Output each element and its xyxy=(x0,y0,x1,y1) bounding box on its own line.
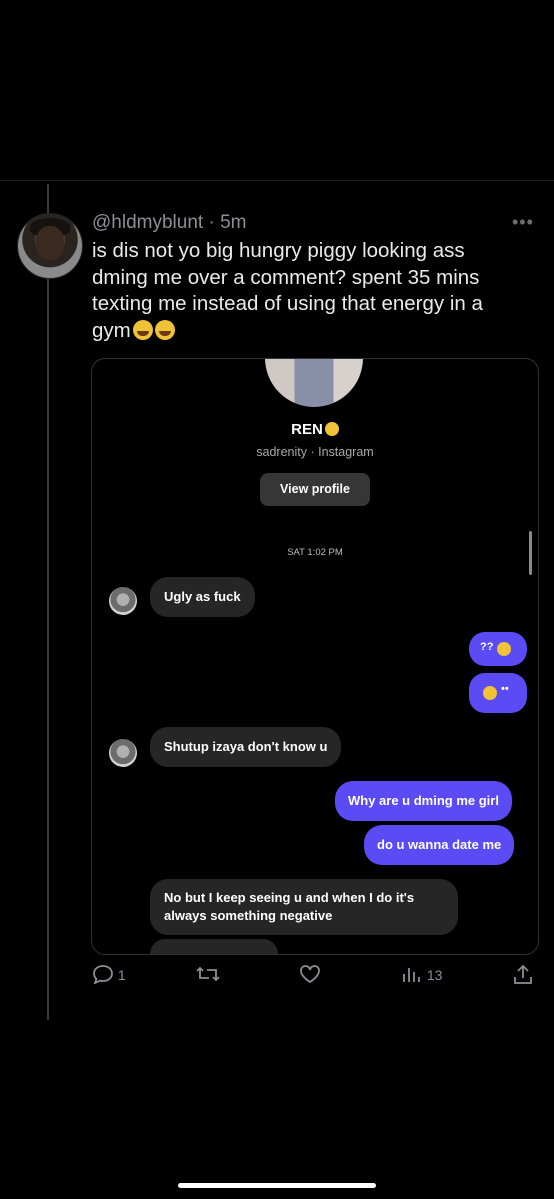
message-bubble-outgoing: ?? xyxy=(469,632,527,666)
message-bubble-incoming: Shutup izaya don't know u xyxy=(150,727,342,767)
message-bubble-outgoing: Why are u dming me girl xyxy=(335,781,512,821)
sender-avatar xyxy=(109,739,137,767)
more-icon[interactable]: ••• xyxy=(512,212,534,233)
message-text: ?? xyxy=(480,641,494,653)
tweet-meta: @hldmyblunt · 5m xyxy=(92,212,246,234)
laughing-emoji-icon xyxy=(154,319,175,340)
like-action[interactable] xyxy=(298,964,322,988)
share-action[interactable] xyxy=(512,964,534,988)
message-bubble-partial xyxy=(150,939,278,954)
chat-timestamp: SAT 1:02 PM xyxy=(287,547,343,558)
reply-action[interactable]: 1 xyxy=(92,964,126,988)
tweet-text: is dis not yo big hungry piggy looking a… xyxy=(92,238,512,344)
profile-photo xyxy=(265,359,363,407)
tweet-time[interactable]: 5m xyxy=(220,212,246,233)
message-bubble-outgoing: •• xyxy=(469,673,527,713)
laughing-emoji-icon xyxy=(132,319,153,340)
message-bubble-outgoing: do u wanna date me xyxy=(364,825,515,865)
dm-profile-name: REN xyxy=(92,421,538,438)
message-bubble-incoming: No but I keep seeing u and when I do it'… xyxy=(150,879,458,935)
emoji-icon xyxy=(497,642,511,656)
author-handle[interactable]: @hldmyblunt xyxy=(92,212,203,233)
views-icon xyxy=(403,968,420,982)
view-profile-button[interactable]: View profile xyxy=(260,473,370,506)
heart-icon xyxy=(300,965,320,984)
top-divider xyxy=(0,180,554,181)
reply-count: 1 xyxy=(117,967,126,983)
sender-avatar xyxy=(109,587,137,615)
emoji-icon xyxy=(483,686,497,700)
thread-line xyxy=(47,184,49,1020)
retweet-action[interactable] xyxy=(195,964,221,988)
retweet-icon xyxy=(196,966,220,982)
grinning-emoji-icon xyxy=(324,422,339,436)
author-avatar[interactable] xyxy=(17,213,83,279)
reply-icon xyxy=(93,965,113,985)
views-action[interactable]: 13 xyxy=(401,964,442,988)
views-count: 13 xyxy=(426,967,443,983)
share-icon xyxy=(514,964,532,984)
dm-profile-subtitle: sadrenity · Instagram xyxy=(256,445,374,459)
meta-separator: · xyxy=(203,212,221,233)
home-indicator[interactable] xyxy=(178,1183,376,1188)
dm-screenshot-image[interactable]: REN sadrenity · Instagram View profile S… xyxy=(91,358,539,955)
message-text: •• xyxy=(501,683,509,695)
message-bubble-incoming: Ugly as fuck xyxy=(150,577,255,617)
dm-name-text: REN xyxy=(291,421,323,438)
